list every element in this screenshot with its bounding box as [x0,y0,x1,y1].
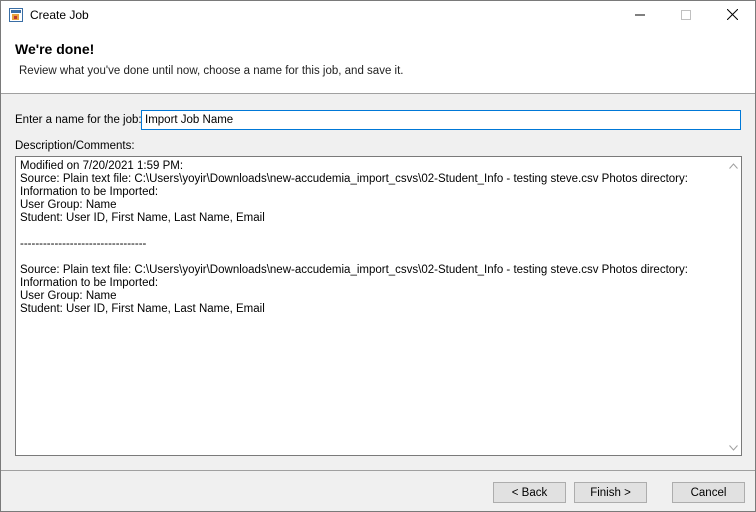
close-icon [726,8,738,23]
description-scrollbar[interactable] [725,157,741,455]
description-label: Description/Comments: [15,140,135,152]
maximize-button [663,1,709,31]
footer-divider [1,470,755,471]
maximize-icon [681,9,691,23]
page-subtitle: Review what you've done until now, choos… [19,65,404,77]
minimize-button[interactable] [617,1,663,31]
close-button[interactable] [709,1,755,31]
back-button[interactable]: < Back [493,482,566,503]
title-bar: Create Job [1,1,755,31]
scroll-up-arrow[interactable] [725,157,741,173]
page-title: We're done! [15,41,95,57]
wizard-header: We're done! Review what you've done unti… [1,31,755,94]
job-name-label: Enter a name for the job: [15,114,142,126]
job-name-input[interactable] [141,110,741,130]
cancel-button[interactable]: Cancel [672,482,745,503]
chevron-down-icon [728,440,738,454]
minimize-icon [635,9,645,23]
description-textarea[interactable]: Modified on 7/20/2021 1:59 PM: Source: P… [15,156,742,456]
chevron-up-icon [728,158,738,172]
window-title: Create Job [30,8,89,22]
finish-button[interactable]: Finish > [574,482,647,503]
create-job-window: Create Job We're done! Review what you'v… [0,0,756,512]
description-text: Modified on 7/20/2021 1:59 PM: Source: P… [20,160,688,315]
app-icon [9,8,23,22]
scroll-down-arrow[interactable] [725,439,741,455]
